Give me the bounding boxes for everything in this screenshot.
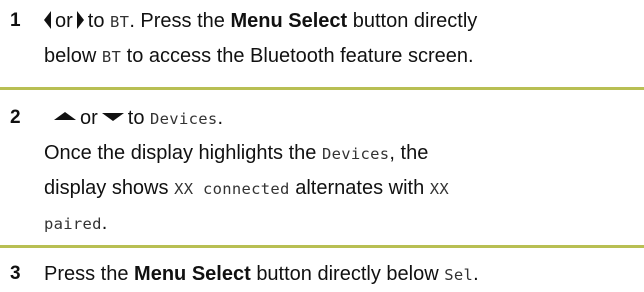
display-text: Devices <box>150 110 218 128</box>
right-arrow-icon <box>76 10 84 29</box>
step-2: 2 or to Devices. Once the display highlig… <box>0 101 644 236</box>
display-text: BT <box>101 48 122 66</box>
step-text: or to BT. Press the Menu Select button di… <box>44 10 478 67</box>
up-arrow-icon <box>54 111 76 120</box>
display-text: paired <box>44 215 102 233</box>
left-arrow-icon <box>44 10 51 29</box>
step-number: 3 <box>10 263 21 284</box>
display-text: BT <box>110 13 130 31</box>
display-text: Sel <box>444 266 474 284</box>
instruction-steps: 1 or to BT. Press the Menu Select button … <box>0 0 644 290</box>
display-text: XX connected <box>174 180 290 198</box>
step-text: Press the Menu Select button directly be… <box>44 263 479 285</box>
display-text: Devices <box>321 145 390 163</box>
step-3: 3 Press the Menu Select button directly … <box>0 257 644 291</box>
step-separator <box>0 87 644 90</box>
step-number: 1 <box>10 10 21 31</box>
step-text: or to Devices. Once the display highlight… <box>44 107 450 234</box>
below-word: below <box>44 45 97 67</box>
display-text: XX <box>429 180 450 198</box>
step-separator <box>0 245 644 248</box>
step-number: 2 <box>10 107 21 128</box>
step-1: 1 or to BT. Press the Menu Select button … <box>0 4 644 72</box>
down-arrow-icon <box>101 112 124 121</box>
button-name: Menu Select <box>134 263 251 285</box>
button-name: Menu Select <box>230 10 348 32</box>
